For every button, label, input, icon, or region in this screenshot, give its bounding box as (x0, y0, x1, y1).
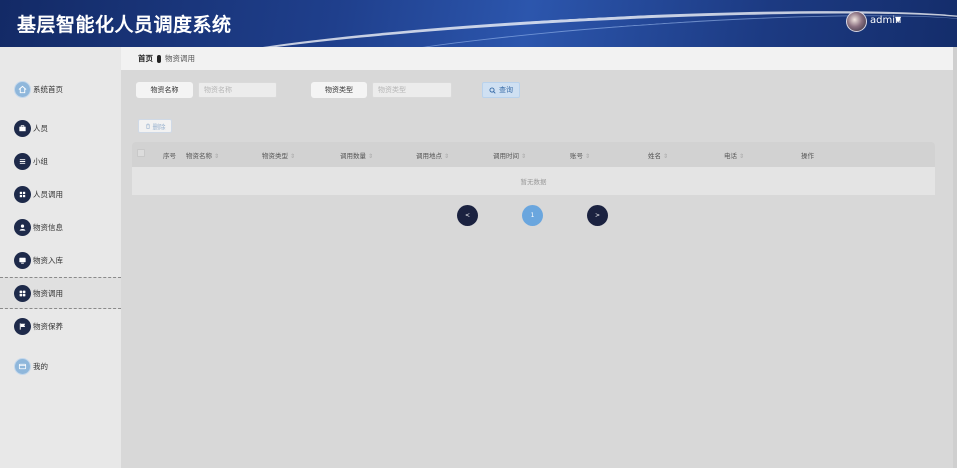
breadcrumb-current: 物资调用 (165, 54, 195, 63)
column-header-dispatch-qty[interactable]: 调用数量 ⇕ (340, 150, 373, 160)
sidebar-item-label: 物资调用 (33, 288, 63, 298)
sidebar-item-label: 我的 (33, 361, 48, 371)
column-header-material-type[interactable]: 物资类型 ⇕ (262, 150, 295, 160)
column-header-material-name[interactable]: 物资名称 ⇕ (186, 150, 219, 160)
breadcrumb: 首页 物资调用 (121, 47, 957, 70)
breadcrumb-separator-icon (157, 54, 161, 63)
material-name-label: 物资名称 (136, 82, 193, 98)
sidebar-item-material-info[interactable]: 物资信息 (0, 211, 121, 243)
sort-icon: ⇕ (290, 153, 296, 160)
sidebar-item-label: 人员 (33, 123, 48, 133)
apps-icon (14, 284, 31, 302)
column-header-name[interactable]: 姓名 ⇕ (648, 150, 668, 160)
column-label: 调用地点 (416, 152, 442, 160)
column-label: 物资类型 (262, 152, 288, 160)
user-icon (14, 218, 31, 236)
user-dropdown-caret-icon[interactable]: ▼ (895, 15, 901, 24)
select-all-checkbox[interactable] (137, 149, 145, 157)
search-icon (489, 86, 496, 94)
avatar[interactable] (846, 11, 867, 32)
column-label: 电话 (724, 152, 737, 160)
sort-icon: ⇕ (663, 153, 669, 160)
sidebar-item-label: 系统首页 (33, 84, 63, 94)
sort-icon: ⇕ (739, 153, 745, 160)
empty-text: 暂无数据 (520, 178, 547, 186)
app-title: 基层智能化人员调度系统 (17, 14, 232, 36)
grid-icon (14, 185, 31, 203)
home-icon (14, 80, 31, 98)
material-name-input[interactable]: 物资名称 (198, 82, 277, 98)
sidebar-item-label: 人员调用 (33, 189, 63, 199)
sidebar-item-label: 物资信息 (33, 222, 63, 232)
trash-icon (145, 123, 150, 129)
menu-icon (14, 152, 31, 170)
sort-icon: ⇕ (585, 153, 591, 160)
sidebar: 系统首页 人员 小组 人员调用 物资信息 物资入库 物资调用 物资保养 我的 (0, 47, 121, 468)
material-type-label: 物资类型 (311, 82, 367, 98)
prev-page-button[interactable]: < (457, 205, 478, 226)
material-type-input[interactable]: 物资类型 (372, 82, 452, 98)
sidebar-item-personnel[interactable]: 人员 (0, 112, 121, 144)
column-label: 物资名称 (186, 152, 212, 160)
flag-icon (14, 317, 31, 335)
column-header-actions: 操作 (801, 152, 814, 160)
sidebar-item-mine[interactable]: 我的 (0, 350, 121, 382)
sort-icon: ⇕ (214, 153, 220, 160)
table-header: 序号 物资名称 ⇕ 物资类型 ⇕ 调用数量 ⇕ 调用地点 ⇕ 调用时间 ⇕ 账号 ⇕ 姓名 ⇕… (132, 142, 935, 167)
sidebar-item-label: 小组 (33, 156, 48, 166)
column-label: 姓名 (648, 152, 661, 160)
sidebar-item-home[interactable]: 系统首页 (0, 73, 121, 105)
sidebar-item-material-maintenance[interactable]: 物资保养 (0, 310, 121, 342)
column-header-phone[interactable]: 电话 ⇕ (724, 150, 744, 160)
sidebar-item-label: 物资入库 (33, 255, 63, 265)
column-label: 账号 (570, 152, 583, 160)
briefcase-icon (14, 119, 31, 137)
sidebar-item-material-dispatch[interactable]: 物资调用 (0, 277, 121, 309)
main-content: 首页 物资调用 物资名称 物资名称 物资类型 物资类型 查询 删除 序号 物资名… (121, 47, 957, 468)
column-header-dispatch-location[interactable]: 调用地点 ⇕ (416, 150, 449, 160)
breadcrumb-home[interactable]: 首页 (138, 53, 153, 64)
column-label: 调用时间 (493, 152, 519, 160)
column-header-account[interactable]: 账号 ⇕ (570, 150, 590, 160)
delete-button-label: 删除 (152, 123, 166, 131)
table-empty-row: 暂无数据 (132, 167, 935, 195)
query-button-label: 查询 (499, 86, 513, 94)
column-header-dispatch-time[interactable]: 调用时间 ⇕ (493, 150, 526, 160)
sidebar-item-material-stock-in[interactable]: 物资入库 (0, 244, 121, 276)
delete-button[interactable]: 删除 (138, 119, 172, 133)
sort-icon: ⇕ (368, 153, 374, 160)
card-icon (14, 357, 31, 375)
page-1-button[interactable]: 1 (522, 205, 543, 226)
column-label: 调用数量 (340, 152, 366, 160)
sort-icon: ⇕ (521, 153, 527, 160)
monitor-icon (14, 251, 31, 269)
page-scrollbar[interactable] (953, 47, 957, 468)
sidebar-item-label: 物资保养 (33, 321, 63, 331)
sidebar-item-personnel-dispatch[interactable]: 人员调用 (0, 178, 121, 210)
column-header-index: 序号 (163, 152, 176, 160)
query-button[interactable]: 查询 (482, 82, 520, 98)
next-page-button[interactable]: > (587, 205, 608, 226)
app-header: 基层智能化人员调度系统 admin ▼ (0, 0, 957, 47)
sidebar-item-group[interactable]: 小组 (0, 145, 121, 177)
sort-icon: ⇕ (444, 153, 450, 160)
